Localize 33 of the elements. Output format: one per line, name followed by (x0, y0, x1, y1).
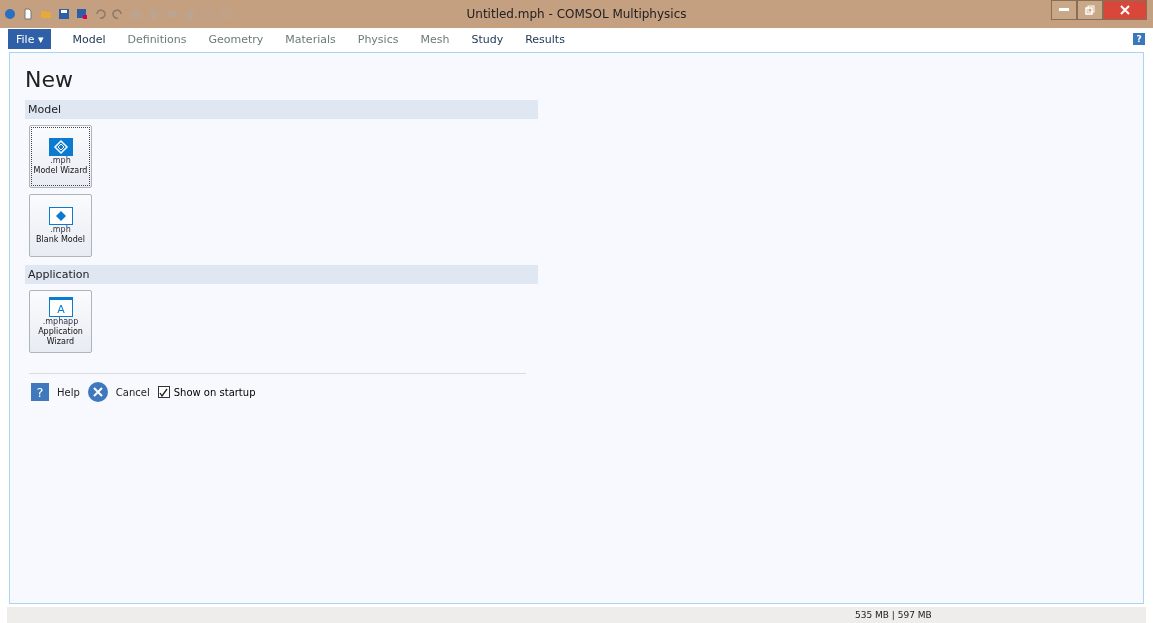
restore-icon (1085, 5, 1095, 15)
minimize-icon (1059, 8, 1069, 12)
minimize-button[interactable] (1051, 0, 1077, 20)
file-menu-button[interactable]: File ▾ (8, 29, 52, 49)
icon-letter: A (56, 302, 65, 316)
new-tile-button[interactable]: .mph Blank Model (29, 194, 92, 257)
section-header: Application (25, 265, 538, 284)
new-tile-button[interactable]: .mph Model Wizard (29, 125, 92, 188)
close-button[interactable] (1103, 0, 1147, 20)
new-document-icon[interactable] (22, 8, 34, 20)
page-heading: New (25, 67, 74, 92)
ribbon-tab[interactable]: Study (460, 32, 515, 46)
ribbon-tab[interactable]: Results (514, 32, 576, 46)
undo-icon[interactable] (94, 8, 106, 20)
checkmark-icon (159, 387, 169, 397)
ribbon-tab[interactable]: Model (61, 32, 117, 46)
section-header: Model (25, 100, 538, 119)
redo-icon[interactable] (112, 8, 124, 20)
memory-usage: 535 MB | 597 MB (855, 610, 932, 620)
cancel-icon[interactable] (87, 382, 108, 402)
window-title: Untitled.mph - COMSOL Multiphysics (466, 7, 687, 21)
new-tile-button[interactable]: A .mphapp Application Wizard (29, 290, 92, 353)
help-icon[interactable]: ? (31, 383, 49, 401)
app-logo-icon[interactable] (4, 8, 16, 20)
startup-checkbox[interactable]: Show on startup (157, 386, 256, 398)
save-as-icon[interactable] (76, 8, 88, 20)
help-link[interactable]: Help (57, 386, 80, 398)
help-icon[interactable]: ? (1133, 33, 1145, 45)
cancel-link[interactable]: Cancel (115, 386, 150, 398)
restore-button[interactable] (1077, 0, 1103, 20)
save-icon[interactable] (58, 8, 70, 20)
close-icon (1120, 5, 1130, 15)
folder-icon[interactable] (40, 8, 52, 20)
